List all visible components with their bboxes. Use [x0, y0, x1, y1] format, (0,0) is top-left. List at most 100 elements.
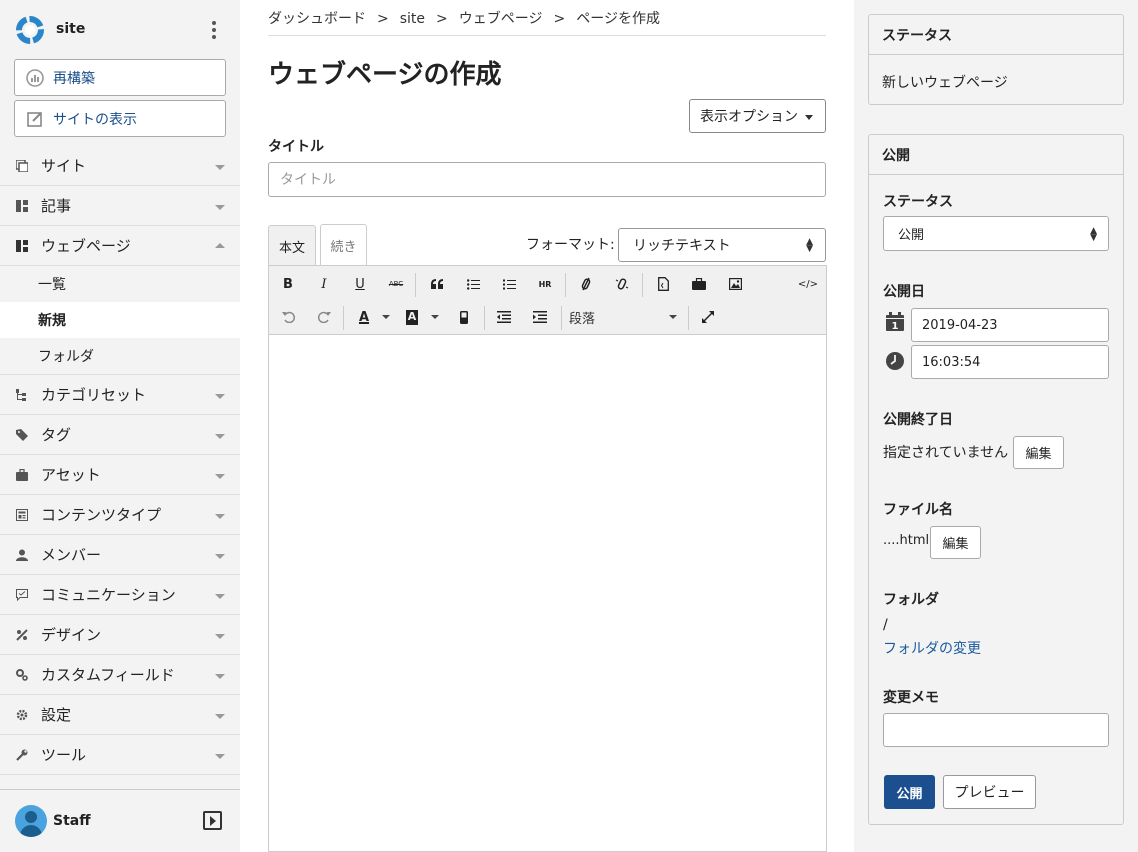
display-options-button[interactable]: 表示オプション: [689, 99, 826, 133]
calendar-day: 1: [892, 321, 899, 332]
text-color-button[interactable]: A: [349, 301, 379, 333]
change-memo-input[interactable]: [883, 713, 1109, 747]
chevron-down-icon: [215, 434, 225, 439]
publish-status-select[interactable]: 公開 ▲ ▼: [883, 216, 1109, 251]
sidebar-item-label: アセット: [41, 466, 101, 484]
remove-format-icon[interactable]: [449, 301, 479, 333]
change-folder-link[interactable]: フォルダの変更: [883, 638, 981, 658]
fullscreen-icon[interactable]: [693, 301, 723, 333]
sidebar-item-custom-fields[interactable]: カスタムフィールド: [0, 655, 240, 695]
sidebar-item-tools[interactable]: ツール: [0, 735, 240, 775]
sidebar-header: site: [0, 0, 240, 58]
avatar[interactable]: [15, 805, 47, 837]
insert-asset-icon[interactable]: [684, 268, 714, 300]
sidebar-item-label: カテゴリセット: [41, 386, 147, 404]
tab-body[interactable]: 本文: [268, 225, 316, 267]
chevron-down-icon: [215, 165, 225, 170]
change-memo-label: 変更メモ: [883, 690, 939, 706]
title-input[interactable]: [268, 162, 826, 197]
chevron-down-icon: [215, 394, 225, 399]
editor-content-area[interactable]: [269, 335, 826, 851]
indent-icon[interactable]: [525, 301, 555, 333]
wrench-icon: [16, 749, 28, 761]
breadcrumb-dashboard[interactable]: ダッシュボード: [268, 8, 366, 28]
collapse-sidebar-icon[interactable]: [203, 811, 222, 830]
sidebar-item-tags[interactable]: タグ: [0, 415, 240, 455]
chevron-down-icon: [669, 315, 677, 319]
paragraph-format-select[interactable]: 段落: [569, 301, 681, 333]
breadcrumb: ダッシュボード > site > ウェブページ > ページを作成: [268, 8, 826, 36]
edit-filename-button[interactable]: 編集: [930, 526, 981, 559]
site-logo-icon[interactable]: [14, 14, 46, 46]
blockquote-icon[interactable]: [422, 268, 452, 300]
chevron-down-icon: [215, 514, 225, 519]
format-select[interactable]: リッチテキスト ▲ ▼: [618, 228, 826, 262]
publish-date-label: 公開日: [883, 284, 925, 300]
publish-card-title: 公開: [869, 135, 1123, 175]
status-value: 新しいウェブページ: [882, 75, 1008, 91]
breadcrumb-site[interactable]: site: [400, 11, 425, 27]
webpages-icon: [16, 239, 28, 252]
insert-file-icon[interactable]: [648, 268, 678, 300]
external-edit-icon: [25, 109, 45, 129]
display-options-label: 表示オプション: [700, 109, 798, 125]
edit-unpublish-date-button[interactable]: 編集: [1013, 436, 1064, 469]
filename-label: ファイル名: [883, 502, 953, 518]
briefcase-icon: [16, 468, 28, 481]
breadcrumb-separator: >: [377, 11, 389, 27]
sidebar-item-communication[interactable]: コミュニケーション: [0, 575, 240, 615]
kebab-menu-icon[interactable]: [206, 18, 222, 42]
underline-button[interactable]: U: [345, 268, 375, 300]
rebuild-button[interactable]: 再構築: [14, 59, 226, 96]
numbered-list-icon[interactable]: [494, 268, 524, 300]
sidebar-subitem-list[interactable]: 一覧: [0, 266, 240, 302]
sidebar-item-members[interactable]: メンバー: [0, 535, 240, 575]
view-site-button[interactable]: サイトの表示: [14, 100, 226, 137]
preview-button[interactable]: プレビュー: [943, 775, 1036, 809]
view-site-label: サイトの表示: [53, 111, 137, 128]
bold-button[interactable]: B: [273, 268, 303, 300]
sidebar-item-design[interactable]: デザイン: [0, 615, 240, 655]
insert-image-icon[interactable]: [720, 268, 750, 300]
comment-icon: [16, 588, 28, 601]
sidebar-subitem-folder[interactable]: フォルダ: [0, 338, 240, 374]
toolbar-divider: [415, 273, 416, 297]
sidebar-item-entries[interactable]: 記事: [0, 186, 240, 226]
sidebar-item-site[interactable]: サイト: [0, 146, 240, 186]
gear-icon: [16, 709, 28, 721]
gears-icon: [16, 668, 28, 681]
publish-card: 公開 ステータス 公開 ▲▼ 公開日 1 公開終了日 指定されていません 編集 …: [868, 134, 1124, 825]
sidebar-item-category-sets[interactable]: カテゴリセット: [0, 375, 240, 415]
status-card-title: ステータス: [869, 15, 1123, 55]
publish-time-input[interactable]: [911, 345, 1109, 379]
sidebar-item-webpages[interactable]: ウェブページ: [0, 226, 240, 266]
sidebar-item-settings[interactable]: 設定: [0, 695, 240, 735]
chevron-down-icon[interactable]: [431, 315, 439, 319]
chevron-up-icon: [215, 243, 225, 248]
bullet-list-icon[interactable]: [458, 268, 488, 300]
chevron-down-icon[interactable]: [382, 315, 390, 319]
unlink-icon[interactable]: [607, 268, 637, 300]
page-title: ウェブページの作成: [268, 60, 502, 90]
undo-icon[interactable]: [273, 301, 303, 333]
publish-date-input[interactable]: [911, 308, 1109, 342]
sidebar-item-content-types[interactable]: コンテンツタイプ: [0, 495, 240, 535]
background-color-button[interactable]: A: [397, 301, 427, 333]
horizontal-rule-button[interactable]: HR: [530, 268, 560, 300]
rebuild-label: 再構築: [53, 70, 95, 87]
sidebar-subitem-new[interactable]: 新規: [0, 302, 240, 338]
breadcrumb-separator: >: [553, 11, 566, 27]
publish-button[interactable]: 公開: [884, 775, 935, 809]
source-code-button[interactable]: </>: [793, 268, 823, 300]
sidebar-item-label: デザイン: [41, 626, 102, 644]
sidebar-item-assets[interactable]: アセット: [0, 455, 240, 495]
site-name[interactable]: site: [56, 21, 85, 37]
outdent-icon[interactable]: [489, 301, 519, 333]
breadcrumb-webpages[interactable]: ウェブページ: [459, 8, 543, 28]
italic-button[interactable]: I: [309, 268, 339, 300]
tab-more[interactable]: 続き: [320, 224, 367, 266]
strikethrough-button[interactable]: ABC: [381, 268, 411, 300]
redo-icon[interactable]: [309, 301, 339, 333]
user-name[interactable]: Staff: [53, 813, 91, 829]
link-icon[interactable]: [571, 268, 601, 300]
